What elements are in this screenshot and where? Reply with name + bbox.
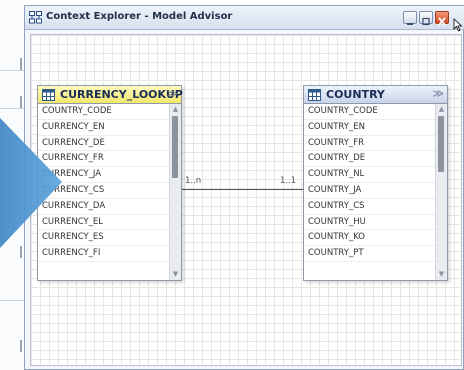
pointer-arrow-icon [0, 118, 62, 248]
entity-country[interactable]: COUNTRY ≫ COUNTRY_CODE COUNTRY_EN COUNTR… [303, 85, 448, 281]
scroll-up-icon[interactable]: ▲ [171, 105, 180, 114]
column-row[interactable]: COUNTRY_PT [304, 246, 435, 262]
left-cardinality: 1..n [185, 176, 202, 186]
column-row[interactable]: COUNTRY_CODE [304, 104, 435, 120]
column-row[interactable]: COUNTRY_FR [304, 136, 435, 152]
scrollbar-thumb[interactable] [172, 116, 178, 178]
entity-name: COUNTRY [326, 88, 385, 101]
vertical-scrollbar[interactable]: ▲ ▼ [435, 104, 447, 280]
column-row[interactable]: COUNTRY_DE [304, 151, 435, 168]
window-title: Context Explorer - Model Advisor [46, 11, 233, 22]
collapse-chevron-icon[interactable]: ≫ [432, 87, 444, 100]
collapse-chevron-icon[interactable]: ≫ [166, 87, 178, 100]
maximize-icon [422, 17, 430, 26]
column-row[interactable]: COUNTRY_NL [304, 167, 435, 183]
context-explorer-window: Context Explorer - Model Advisor 1..n 1.… [24, 5, 464, 370]
right-cardinality: 1..1 [280, 176, 297, 186]
table-icon [308, 89, 321, 101]
maximize-button[interactable] [419, 11, 433, 26]
column-row[interactable]: COUNTRY_EN [304, 120, 435, 136]
scroll-up-icon[interactable]: ▲ [437, 105, 446, 114]
close-icon [438, 17, 446, 26]
entity-columns: COUNTRY_CODE COUNTRY_EN COUNTRY_FR COUNT… [304, 104, 435, 262]
scrollbar-thumb[interactable] [438, 116, 444, 172]
entity-name: CURRENCY_LOOKUP [60, 88, 183, 101]
column-row[interactable]: COUNTRY_CS [304, 199, 435, 215]
scroll-down-icon[interactable]: ▼ [171, 270, 180, 279]
vertical-scrollbar[interactable]: ▲ ▼ [169, 104, 181, 280]
entity-header[interactable]: COUNTRY ≫ [304, 86, 447, 104]
relationship-line[interactable] [181, 189, 305, 190]
window-title-bar[interactable]: Context Explorer - Model Advisor [25, 6, 464, 30]
column-row[interactable]: COUNTRY_JA [304, 183, 435, 199]
scroll-down-icon[interactable]: ▼ [437, 270, 446, 279]
diagram-canvas[interactable]: 1..n 1..1 CURRENCY_LOOKUP ≫ COUNTRY_CODE… [30, 34, 462, 366]
mouse-cursor-icon [453, 18, 463, 32]
column-row[interactable]: COUNTRY_HU [304, 215, 435, 231]
close-button[interactable] [435, 11, 449, 26]
minimize-icon [407, 23, 413, 25]
minimize-button[interactable] [403, 11, 417, 25]
column-row[interactable]: COUNTRY_KO [304, 230, 435, 247]
